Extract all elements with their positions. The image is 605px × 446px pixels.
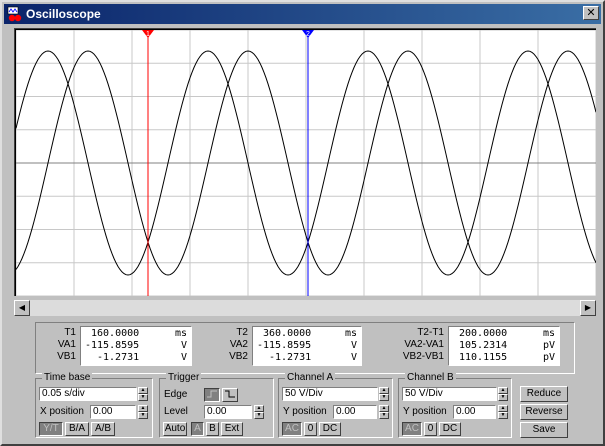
window-title: Oscilloscope [26, 7, 101, 21]
dvb-label: VB2-VB1 [402, 351, 444, 362]
rising-edge-button[interactable] [204, 388, 220, 402]
oscilloscope-window: Oscilloscope ✕ 12 ◀ ▶ T1 VA1 VB1 160.000… [0, 0, 605, 446]
reduce-button[interactable]: Reduce [520, 386, 568, 402]
cursor2-values: 360.0000 ms -115.8595 V -1.2731 V [252, 326, 362, 366]
trigger-a-button[interactable]: A [191, 422, 204, 436]
dt-unit: ms [542, 328, 555, 339]
t1-value: 160.0000 [91, 328, 140, 339]
ab-mode-button[interactable]: A/B [91, 422, 115, 436]
va2-value: -115.8595 [257, 340, 312, 351]
trigger-edge-label: Edge [164, 389, 188, 400]
oscilloscope-app-icon [7, 6, 22, 22]
yt-mode-button[interactable]: Y/T [39, 422, 63, 436]
cursor-2-label: 2 [306, 31, 310, 38]
timebase-scale-spinner[interactable]: ▲ ▼ [138, 387, 148, 401]
timebase-panel: Time base 0.05 s/div ▲ ▼ X position 0.00 … [35, 372, 153, 438]
channel-a-title: Channel A [285, 372, 336, 383]
channel-b-ypos-field[interactable]: 0.00 [453, 405, 496, 419]
vb1-value: -1.2731 [97, 352, 140, 363]
cursor-1-label: 1 [146, 31, 150, 38]
channel-a-scale-field[interactable]: 50 V/Div [282, 387, 378, 401]
vb1-label: VB1 [57, 351, 76, 362]
timebase-title: Time base [42, 372, 93, 383]
channel-a-ac-button[interactable]: AC [282, 422, 302, 436]
t2-label: T2 [236, 327, 248, 338]
va1-unit: V [180, 340, 187, 351]
dva-unit: pV [542, 340, 555, 351]
timebase-scale-field[interactable]: 0.05 s/div [39, 387, 137, 401]
vb2-unit: V [350, 352, 357, 363]
trigger-auto-button[interactable]: Auto [163, 422, 187, 436]
trigger-title: Trigger [166, 372, 202, 383]
save-button[interactable]: Save [520, 422, 568, 438]
trigger-level-spinner[interactable]: ▲ ▼ [254, 405, 264, 419]
dva-value: 105.2314 [459, 340, 508, 351]
channel-b-panel: Channel B 50 V/Div ▲ ▼ Y position 0.00 ▲ ▼… [398, 372, 512, 438]
ba-mode-button[interactable]: B/A [65, 422, 89, 436]
timebase-xpos-field[interactable]: 0.00 [90, 405, 136, 419]
falling-edge-icon [225, 390, 235, 398]
channel-b-title: Channel B [405, 372, 456, 383]
t1-label: T1 [64, 327, 76, 338]
close-button[interactable]: ✕ [583, 6, 599, 20]
reverse-button[interactable]: Reverse [520, 404, 568, 420]
scroll-right-button[interactable]: ▶ [580, 300, 596, 316]
trigger-panel: Trigger Edge Level 0.00 ▲ ▼ Auto A B Ext [159, 372, 274, 438]
channel-b-ac-button[interactable]: AC [402, 422, 422, 436]
channel-b-scale-spinner[interactable]: ▲ ▼ [498, 387, 508, 401]
trigger-b-button[interactable]: B [206, 422, 219, 436]
cursor1-values: 160.0000 ms -115.8595 V -1.2731 V [80, 326, 192, 366]
dt-value: 200.0000 [459, 328, 508, 339]
channel-a-panel: Channel A 50 V/Div ▲ ▼ Y position 0.00 ▲ ▼… [278, 372, 393, 438]
channel-a-scale-spinner[interactable]: ▲ ▼ [379, 387, 389, 401]
falling-edge-button[interactable] [222, 388, 238, 402]
vb2-label: VB2 [229, 351, 248, 362]
vb1-unit: V [180, 352, 187, 363]
channel-b-zero-button[interactable]: 0 [424, 422, 437, 436]
channel-a-dc-button[interactable]: DC [319, 422, 341, 436]
channel-a-ypos-field[interactable]: 0.00 [333, 405, 377, 419]
dvb-value: 110.1155 [459, 352, 508, 363]
dt-label: T2-T1 [417, 327, 444, 338]
scope-display: 12 [16, 30, 596, 296]
dvb-unit: pV [542, 352, 555, 363]
delta-values: 200.0000 ms 105.2314 pV 110.1155 pV [448, 326, 560, 366]
va1-value: -115.8595 [85, 340, 140, 351]
channel-b-ypos-spinner[interactable]: ▲ ▼ [498, 405, 508, 419]
scroll-left-button[interactable]: ◀ [14, 300, 30, 316]
channel-a-ypos-spinner[interactable]: ▲ ▼ [379, 405, 389, 419]
channel-b-scale-field[interactable]: 50 V/Div [402, 387, 497, 401]
scope-screen: 12 [14, 28, 596, 296]
rising-edge-icon [207, 390, 217, 398]
timebase-xpos-spinner[interactable]: ▲ ▼ [138, 405, 148, 419]
channel-b-ypos-label: Y position [403, 406, 447, 417]
vb2-value: -1.2731 [269, 352, 312, 363]
va1-label: VA1 [57, 339, 76, 350]
channel-a-zero-button[interactable]: 0 [304, 422, 317, 436]
trigger-level-field[interactable]: 0.00 [204, 405, 252, 419]
trigger-ext-button[interactable]: Ext [221, 422, 243, 436]
t1-unit: ms [174, 328, 187, 339]
measurement-readout: T1 VA1 VB1 160.0000 ms -115.8595 V -1.27… [35, 322, 575, 374]
trigger-level-label: Level [164, 406, 188, 417]
dva-label: VA2-VA1 [404, 339, 444, 350]
horizontal-scrollbar[interactable]: ◀ ▶ [14, 300, 596, 316]
title-bar[interactable]: Oscilloscope ✕ [4, 4, 601, 24]
channel-b-dc-button[interactable]: DC [439, 422, 461, 436]
t2-value: 360.0000 [263, 328, 312, 339]
t2-unit: ms [344, 328, 357, 339]
va2-label: VA2 [229, 339, 248, 350]
va2-unit: V [350, 340, 357, 351]
timebase-xpos-label: X position [40, 406, 84, 417]
channel-a-ypos-label: Y position [283, 406, 327, 417]
